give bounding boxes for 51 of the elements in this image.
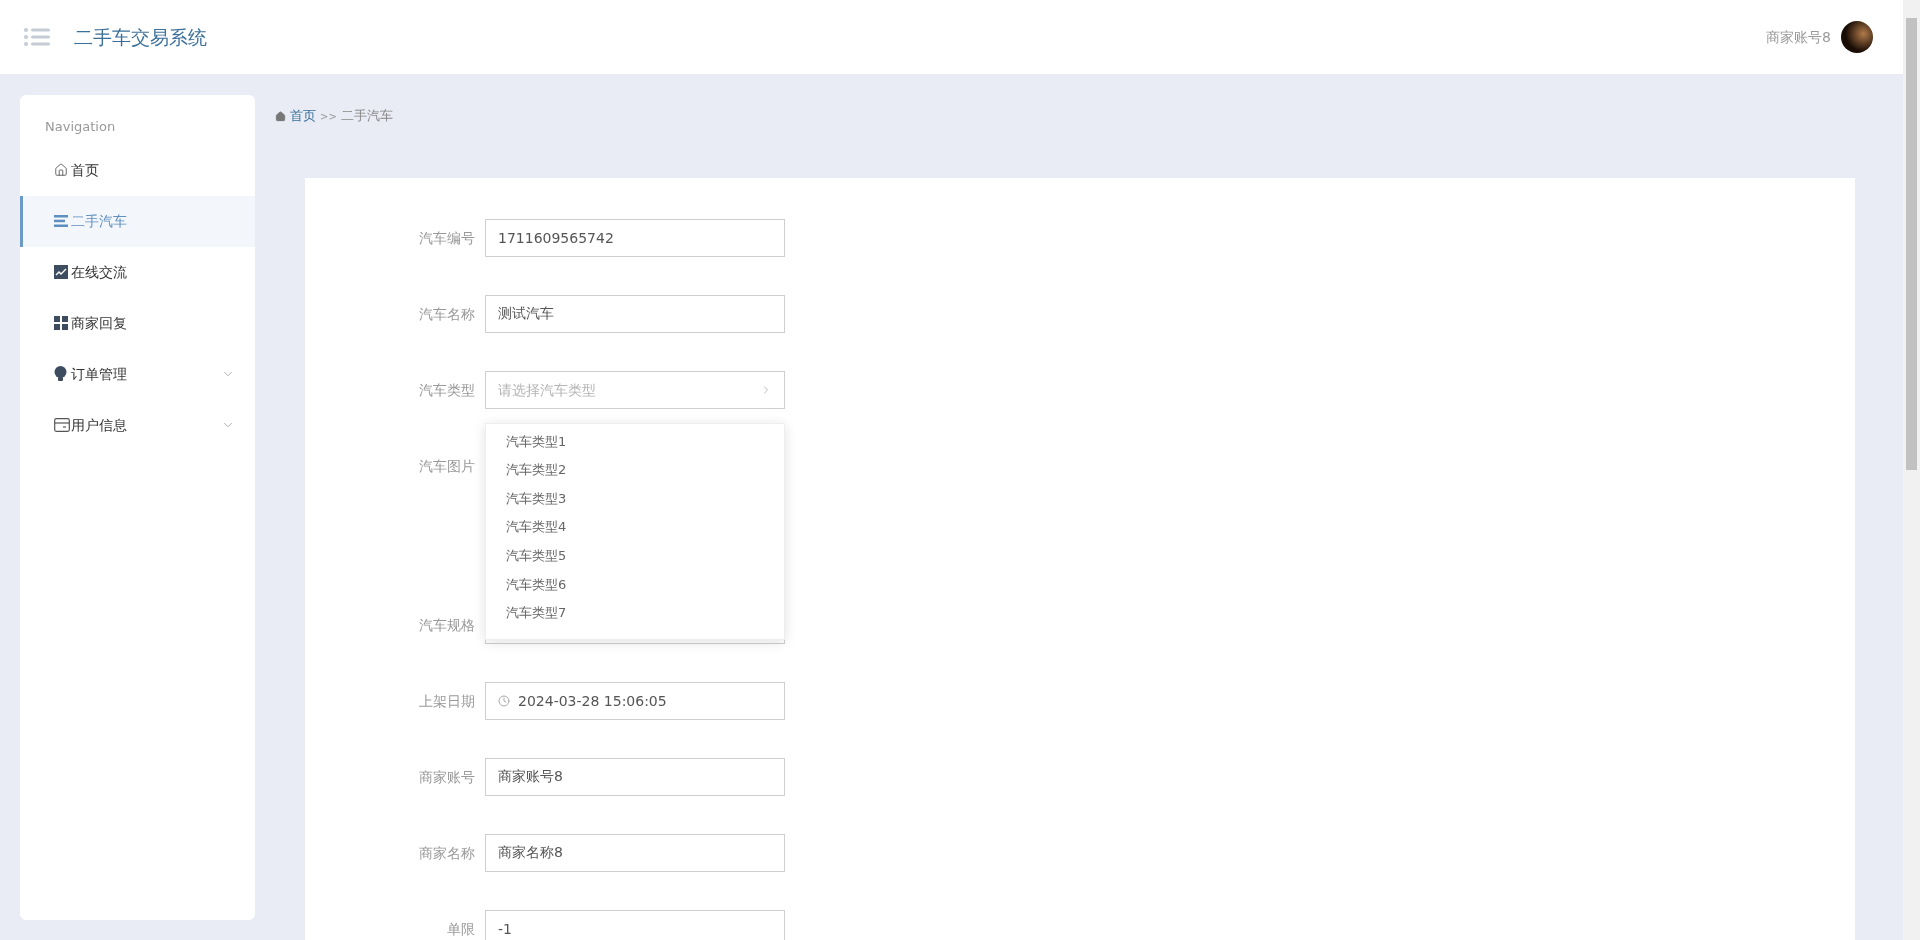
breadcrumb-separator: >>	[320, 109, 337, 124]
field-label: 汽车编号	[418, 229, 475, 248]
select-placeholder: 请选择汽车类型	[498, 380, 596, 400]
breadcrumb-current: 二手汽车	[340, 107, 393, 126]
text-field[interactable]: 1711609565742	[485, 219, 785, 257]
field-label: 商家账号	[418, 768, 475, 787]
datetime-field[interactable]: 2024-03-28 15:06:05	[485, 682, 785, 720]
home-icon	[275, 110, 286, 122]
field-label: 上架日期	[418, 692, 475, 711]
nav-label: 商家回复	[71, 313, 128, 333]
nav-item[interactable]: 用户信息	[20, 399, 255, 451]
field-label: 汽车规格	[418, 616, 475, 635]
dropdown-option[interactable]: 汽车类型6	[486, 569, 784, 599]
breadcrumb-link[interactable]: 首页	[290, 106, 316, 126]
dropdown-option[interactable]: 汽车类型3	[486, 484, 784, 513]
dropdown-option[interactable]: 汽车类型5	[486, 541, 784, 570]
nav-item[interactable]: 订单管理	[20, 348, 255, 400]
datetime-value: 2024-03-28 15:06:05	[518, 691, 667, 711]
nav-item[interactable]: 在线交流	[20, 246, 255, 298]
text-field[interactable]: 商家名称8	[485, 834, 785, 872]
dropdown-option[interactable]: 汽车类型4	[486, 512, 784, 542]
nav-label: 二手汽车	[71, 211, 128, 231]
dropdown-option[interactable]: 汽车类型2	[486, 455, 784, 485]
list-icon	[54, 215, 68, 227]
nav-item[interactable]: 首页	[20, 144, 255, 196]
dropdown-option[interactable]: 汽车类型1	[486, 427, 784, 456]
text-field[interactable]: -1	[485, 910, 785, 940]
nav-heading: Navigation	[44, 118, 117, 136]
field-label: 汽车名称	[418, 305, 475, 324]
text-field[interactable]: 测试汽车	[485, 295, 785, 333]
nav-item[interactable]: 商家回复	[20, 297, 255, 349]
clock-icon	[498, 695, 510, 707]
home-icon	[54, 163, 68, 177]
nav-label: 首页	[71, 160, 100, 180]
card-icon	[54, 418, 70, 432]
scrollbar[interactable]	[1903, 0, 1920, 940]
app-title: 二手车交易系统	[74, 24, 207, 50]
chart-icon	[54, 265, 68, 279]
text-field[interactable]: 商家账号8	[485, 758, 785, 796]
field-label: 汽车图片	[418, 457, 475, 476]
field-label: 单限	[446, 920, 475, 939]
dropdown-option[interactable]: 汽车类型7	[486, 598, 784, 628]
nav-label: 在线交流	[71, 262, 128, 282]
avatar[interactable]	[1841, 21, 1873, 53]
grid-icon	[54, 316, 68, 330]
nav-label: 用户信息	[71, 415, 128, 435]
field-label: 汽车类型	[418, 381, 475, 400]
menu-icon[interactable]	[24, 27, 50, 47]
nav-label: 订单管理	[71, 364, 128, 384]
field-label: 商家名称	[418, 844, 475, 863]
lightbulb-icon	[54, 366, 67, 382]
